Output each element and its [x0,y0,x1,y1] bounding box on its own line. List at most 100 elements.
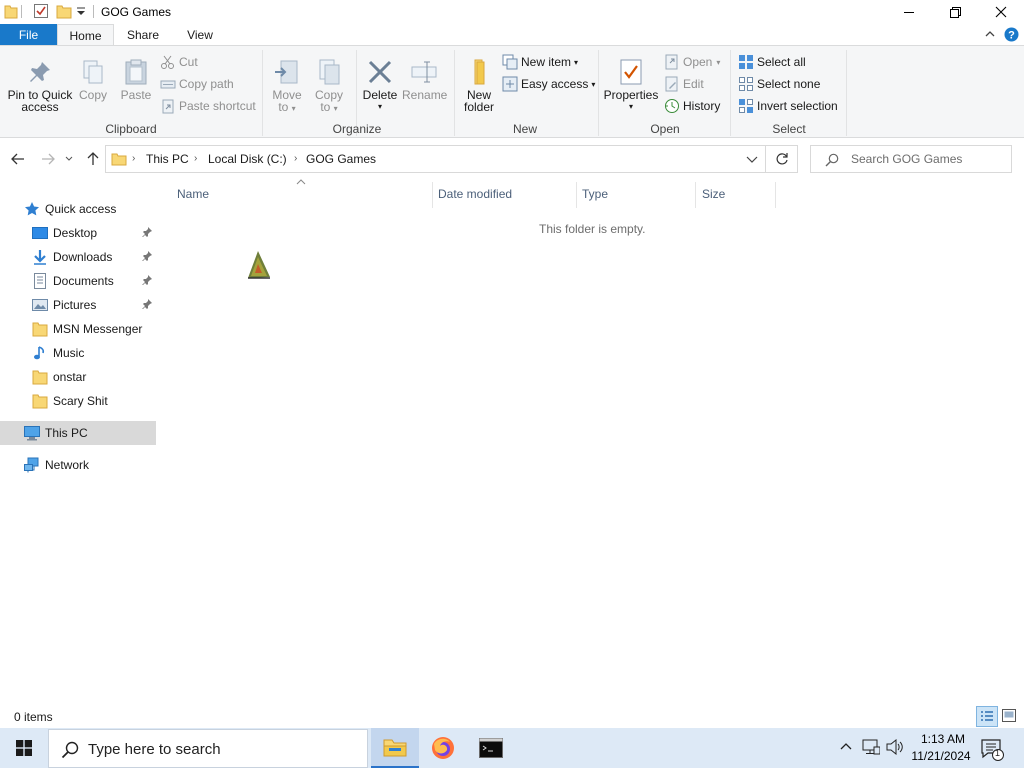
copy-button[interactable]: Copy [76,58,110,101]
taskbar-command-prompt[interactable] [467,728,515,768]
large-icons-view-button[interactable] [1002,709,1016,722]
forward-arrow-icon [41,153,55,165]
column-header-type[interactable]: Type [582,187,608,201]
breadcrumb-local-disk[interactable]: Local Disk (C:) [208,152,287,166]
taskbar-firefox[interactable] [419,728,467,768]
help-icon[interactable]: ? [1004,27,1019,42]
firefox-icon [431,736,455,760]
details-view-button[interactable] [976,706,998,727]
search-input[interactable]: Search GOG Games [810,145,1012,173]
clock-time[interactable]: 1:13 AM [916,732,970,746]
recent-locations-button[interactable] [62,149,76,169]
open-button[interactable]: Open ▾ [664,53,720,71]
paste-shortcut-button[interactable]: Paste shortcut [160,97,256,115]
toolbar-divider [21,5,22,18]
paste-shortcut-icon [160,98,176,114]
up-arrow-icon [87,152,99,166]
taskbar-file-explorer[interactable] [371,728,419,768]
nav-item-scary-shit[interactable]: Scary Shit [0,389,156,413]
nav-item-onstar[interactable]: onstar [0,365,156,389]
window-title: GOG Games [101,5,172,19]
pin-icon[interactable] [142,227,152,237]
invert-selection-button[interactable]: Invert selection [738,97,838,115]
nav-network[interactable]: Network [0,453,156,477]
back-button[interactable] [8,149,28,169]
nav-item-pictures[interactable]: Pictures [0,293,156,317]
breadcrumb-gog-games[interactable]: GOG Games [306,152,376,166]
nav-item-desktop[interactable]: Desktop [0,221,156,245]
documents-icon [32,273,48,289]
delete-icon [366,58,394,86]
tab-share[interactable]: Share [119,24,167,46]
new-folder-icon[interactable] [56,3,72,19]
pin-to-quick-access-button[interactable]: Pin to Quick access [4,58,76,113]
volume-icon[interactable] [886,739,904,755]
address-bar[interactable]: › This PC › Local Disk (C:) › GOG Games [105,145,766,173]
pin-icon[interactable] [142,251,152,261]
rename-button[interactable]: Rename [402,58,447,101]
pin-icon[interactable] [142,299,152,309]
paste-button[interactable]: Paste [118,58,154,101]
taskbar-search-box[interactable]: Type here to search [48,729,368,768]
column-divider[interactable] [432,182,433,208]
column-header-name[interactable]: Name [177,187,209,201]
group-separator [730,50,731,136]
network-status-icon[interactable] [862,739,880,755]
column-divider[interactable] [775,182,776,208]
breadcrumb-separator-icon[interactable]: › [194,153,197,164]
refresh-button[interactable] [766,145,798,173]
breadcrumb-separator-icon[interactable]: › [132,153,135,164]
restore-button[interactable] [932,0,978,24]
new-folder-button[interactable]: New folder [458,58,500,113]
properties-check-icon[interactable] [33,3,49,19]
nav-this-pc[interactable]: This PC [0,421,156,445]
easy-access-button[interactable]: Easy access ▾ [502,75,595,93]
collapse-ribbon-icon[interactable] [984,28,996,40]
group-separator [598,50,599,136]
tab-home[interactable]: Home [57,24,114,46]
nav-item-music[interactable]: Music [0,341,156,365]
nav-item-documents[interactable]: Documents [0,269,156,293]
column-header-date-modified[interactable]: Date modified [438,187,512,201]
new-group-label: New [512,122,537,136]
delete-button[interactable]: Delete ▾ [360,58,400,113]
breadcrumb-separator-icon[interactable]: › [294,153,297,164]
close-button[interactable] [978,0,1024,24]
folder-icon [32,369,48,385]
clock-date[interactable]: 11/21/2024 [906,749,976,763]
cut-button[interactable]: Cut [160,53,198,71]
nav-item-downloads[interactable]: Downloads [0,245,156,269]
show-hidden-icons-icon[interactable] [840,741,852,751]
select-all-button[interactable]: Select all [738,53,806,71]
new-item-button[interactable]: New item ▾ [502,53,578,71]
forward-button[interactable] [38,149,58,169]
pin-icon[interactable] [142,275,152,285]
nav-item-msn-messenger[interactable]: MSN Messenger [0,317,156,341]
drag-cursor-icon [246,249,272,281]
tab-file[interactable]: File [0,24,57,46]
up-button[interactable] [83,149,103,169]
select-none-button[interactable]: Select none [738,75,820,93]
action-center-button[interactable]: 1 [980,737,1004,761]
edit-button[interactable]: Edit [664,75,704,93]
folder-icon [32,321,48,337]
history-button[interactable]: History [664,97,720,115]
properties-button[interactable]: Properties ▾ [602,58,660,113]
column-divider[interactable] [695,182,696,208]
toolbar-divider [93,5,94,18]
minimize-button[interactable] [886,0,932,24]
start-button[interactable] [0,728,48,768]
copy-to-button[interactable]: Copy to ▾ [310,58,348,115]
address-dropdown-icon[interactable] [746,156,758,164]
nav-quick-access[interactable]: Quick access [0,197,156,221]
svg-text:?: ? [1008,30,1015,42]
easy-access-icon [502,76,518,92]
copy-path-button[interactable]: Copy path [160,75,234,93]
column-divider[interactable] [576,182,577,208]
folder-icon[interactable] [4,3,18,19]
column-header-size[interactable]: Size [702,187,725,201]
tab-view[interactable]: View [178,24,222,46]
customize-dropdown-icon[interactable] [76,6,86,18]
move-to-button[interactable]: Move to ▾ [268,58,306,115]
breadcrumb-this-pc[interactable]: This PC [146,152,189,166]
